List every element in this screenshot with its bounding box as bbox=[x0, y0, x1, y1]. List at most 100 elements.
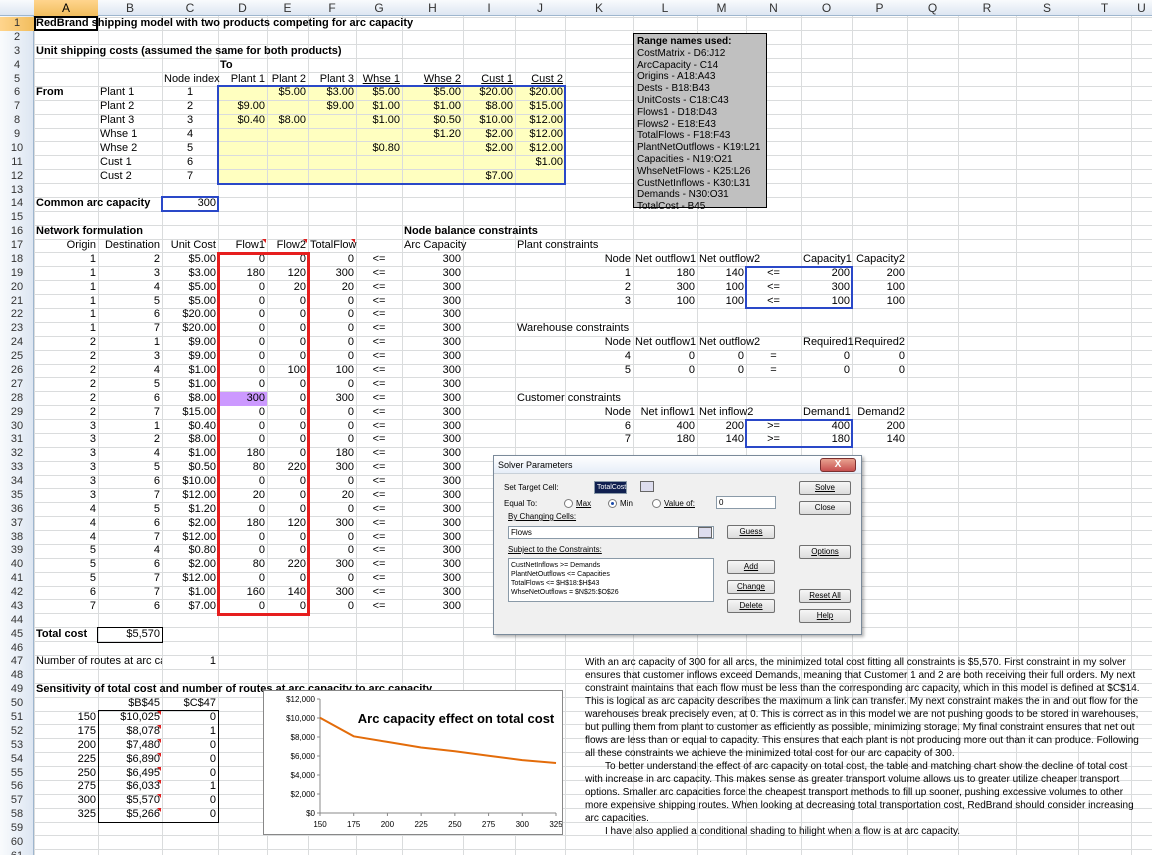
cost-cell[interactable] bbox=[218, 86, 267, 100]
network-cell[interactable]: <= bbox=[356, 253, 402, 267]
cost-cell[interactable]: $0.50 bbox=[402, 114, 463, 128]
cost-cell[interactable]: $3.00 bbox=[308, 86, 356, 100]
network-cell[interactable]: 300 bbox=[308, 392, 356, 406]
network-cell[interactable]: $10.00 bbox=[162, 475, 218, 489]
row-header-51[interactable]: 51 bbox=[0, 711, 34, 725]
network-cell[interactable]: <= bbox=[356, 420, 402, 434]
network-cell[interactable]: 0 bbox=[308, 322, 356, 336]
cost-cell[interactable] bbox=[218, 128, 267, 142]
column-header-k[interactable]: K bbox=[565, 0, 633, 16]
network-cell[interactable]: 0 bbox=[308, 531, 356, 545]
column-header-c[interactable]: C bbox=[162, 0, 218, 16]
unit-costs-heading[interactable]: Unit shipping costs (assumed the same fo… bbox=[34, 45, 402, 59]
network-cell[interactable]: 0 bbox=[218, 600, 267, 614]
network-cell[interactable]: 4 bbox=[98, 364, 162, 378]
cost-cell[interactable]: $12.00 bbox=[515, 142, 565, 156]
close-button[interactable]: Close bbox=[799, 501, 851, 515]
cost-cell[interactable]: $2.00 bbox=[463, 142, 515, 156]
network-cell[interactable]: 180 bbox=[218, 447, 267, 461]
constraint-cell[interactable]: 180 bbox=[801, 433, 852, 447]
network-cell[interactable]: <= bbox=[356, 392, 402, 406]
network-cell[interactable]: 300 bbox=[402, 253, 463, 267]
cost-cell[interactable]: $5.00 bbox=[356, 86, 402, 100]
network-cell[interactable]: 0 bbox=[218, 503, 267, 517]
row-header-49[interactable]: 49 bbox=[0, 683, 34, 697]
constraint-cell[interactable]: 300 bbox=[633, 281, 697, 295]
network-cell[interactable]: 300 bbox=[402, 406, 463, 420]
row-header-1[interactable]: 1 bbox=[0, 17, 34, 31]
sens-cell[interactable]: 275 bbox=[34, 780, 98, 794]
sens-cell[interactable]: $5,266 bbox=[98, 808, 162, 822]
network-cell[interactable]: 1 bbox=[98, 420, 162, 434]
arc-capacity-chart[interactable]: $12,000 $10,000 $8,000 $6,000 $4,000 $2,000 $0… bbox=[263, 690, 563, 835]
row-header-35[interactable]: 35 bbox=[0, 489, 34, 503]
row-header-53[interactable]: 53 bbox=[0, 739, 34, 753]
cost-cell[interactable] bbox=[515, 170, 565, 184]
network-cell[interactable]: <= bbox=[356, 489, 402, 503]
network-cell[interactable]: 100 bbox=[267, 364, 308, 378]
sens-cell[interactable]: $6,890 bbox=[98, 753, 162, 767]
row-header-17[interactable]: 17 bbox=[0, 239, 34, 253]
network-cell[interactable]: 3 bbox=[34, 461, 98, 475]
network-cell[interactable]: 0 bbox=[267, 544, 308, 558]
sens-cell[interactable]: 150 bbox=[34, 711, 98, 725]
network-cell[interactable]: <= bbox=[356, 517, 402, 531]
cost-cell[interactable]: $0.80 bbox=[356, 142, 402, 156]
network-cell[interactable]: $7.00 bbox=[162, 600, 218, 614]
network-cell[interactable]: 20 bbox=[308, 281, 356, 295]
network-cell[interactable]: 2 bbox=[34, 378, 98, 392]
row-header-30[interactable]: 30 bbox=[0, 420, 34, 434]
network-cell[interactable]: 4 bbox=[34, 503, 98, 517]
cost-cell[interactable] bbox=[267, 170, 308, 184]
constraint-cell[interactable]: >= bbox=[746, 433, 801, 447]
cost-cell[interactable]: $10.00 bbox=[463, 114, 515, 128]
network-cell[interactable]: 180 bbox=[218, 517, 267, 531]
network-cell[interactable]: 5 bbox=[34, 572, 98, 586]
constraint-header[interactable]: Required1 bbox=[801, 336, 854, 350]
network-cell[interactable]: <= bbox=[356, 475, 402, 489]
constraint-cell[interactable]: 0 bbox=[801, 364, 852, 378]
constraint-header[interactable]: Capacity1 bbox=[801, 253, 852, 267]
collapse-icon[interactable] bbox=[698, 527, 712, 538]
cost-cell[interactable]: $5.00 bbox=[402, 86, 463, 100]
constraint-item[interactable]: PlantNetOutflows <= Capacities bbox=[511, 570, 711, 579]
solver-parameters-dialog[interactable]: Solver Parameters X Set Target Cell: TotalC… bbox=[493, 455, 862, 635]
sens-cell[interactable]: $6,033 bbox=[98, 780, 162, 794]
sens-cell[interactable]: 200 bbox=[34, 739, 98, 753]
column-header-u[interactable]: U bbox=[1131, 0, 1152, 16]
network-cell[interactable]: 4 bbox=[98, 281, 162, 295]
dest-header[interactable]: Plant 2 bbox=[267, 73, 308, 87]
constraint-cell[interactable]: <= bbox=[746, 267, 801, 281]
network-cell[interactable]: 300 bbox=[402, 572, 463, 586]
row-header-12[interactable]: 12 bbox=[0, 170, 34, 184]
sens-cell[interactable]: 0 bbox=[162, 711, 218, 725]
row-header-60[interactable]: 60 bbox=[0, 836, 34, 850]
network-cell[interactable]: 6 bbox=[98, 308, 162, 322]
cost-cell[interactable] bbox=[267, 100, 308, 114]
origin-name[interactable]: Whse 2 bbox=[98, 142, 162, 156]
network-cell[interactable]: 5 bbox=[98, 295, 162, 309]
network-cell[interactable]: 300 bbox=[402, 350, 463, 364]
network-cell[interactable]: <= bbox=[356, 586, 402, 600]
network-cell[interactable]: <= bbox=[356, 295, 402, 309]
sens-cell[interactable]: $5,570 bbox=[98, 794, 162, 808]
network-cell[interactable]: 1 bbox=[34, 253, 98, 267]
network-cell[interactable]: 5 bbox=[34, 544, 98, 558]
row-header-20[interactable]: 20 bbox=[0, 281, 34, 295]
network-cell[interactable]: <= bbox=[356, 322, 402, 336]
network-cell[interactable]: 300 bbox=[402, 544, 463, 558]
row-header-46[interactable]: 46 bbox=[0, 642, 34, 656]
network-cell[interactable]: 300 bbox=[308, 517, 356, 531]
network-cell[interactable]: 0 bbox=[308, 475, 356, 489]
cost-cell[interactable]: $9.00 bbox=[218, 100, 267, 114]
row-header-32[interactable]: 32 bbox=[0, 447, 34, 461]
network-cell[interactable]: 3 bbox=[98, 350, 162, 364]
constraint-cell[interactable]: 2 bbox=[515, 281, 633, 295]
row-header-18[interactable]: 18 bbox=[0, 253, 34, 267]
guess-button[interactable]: Guess bbox=[727, 525, 775, 539]
cust-label-heading[interactable]: Customer constraints bbox=[515, 392, 697, 406]
network-cell[interactable]: $12.00 bbox=[162, 572, 218, 586]
network-cell[interactable]: 300 bbox=[402, 378, 463, 392]
network-cell[interactable]: <= bbox=[356, 572, 402, 586]
target-cell-input[interactable]: TotalCost bbox=[594, 481, 628, 494]
